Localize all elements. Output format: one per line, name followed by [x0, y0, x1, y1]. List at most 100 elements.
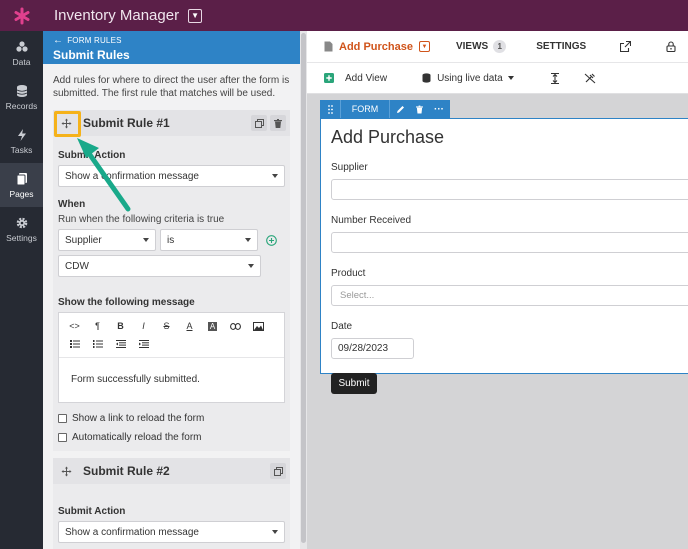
highlight-color-icon[interactable]: A — [201, 317, 224, 335]
when-label: When — [58, 199, 86, 210]
tab-views[interactable]: VIEWS 1 — [456, 40, 507, 53]
panel-scrollbar[interactable] — [300, 31, 307, 549]
bold-icon[interactable]: B — [109, 317, 132, 335]
submit-rule-card: Submit Rule #2 Submit Action Show a conf… — [53, 458, 290, 549]
submit-action-select[interactable]: Show a confirmation message — [58, 165, 285, 187]
app-switcher-chevron-down-icon[interactable]: ▼ — [188, 8, 203, 23]
copy-rule-button[interactable] — [270, 463, 286, 479]
tab-settings[interactable]: SETTINGS — [536, 41, 586, 52]
nav-item-tasks[interactable]: Tasks — [0, 119, 43, 163]
nav-item-settings[interactable]: Settings — [0, 207, 43, 251]
message-label: Show the following message — [58, 297, 195, 308]
criteria-description: Run when the following criteria is true — [58, 214, 225, 225]
live-data-dropdown[interactable]: Using live data — [437, 73, 514, 84]
app-logo[interactable] — [0, 0, 43, 31]
pages-icon — [16, 172, 27, 185]
italic-icon[interactable]: I — [132, 317, 155, 335]
page-menu-chevron-down-icon[interactable]: ▼ — [418, 41, 430, 52]
criteria-value-select[interactable]: CDW — [58, 255, 261, 277]
date-label: Date — [331, 321, 353, 332]
data-icon — [15, 40, 28, 52]
caret-down-icon — [272, 174, 278, 178]
supplier-input[interactable] — [331, 179, 688, 200]
eye-dropper-slash-icon[interactable] — [584, 73, 596, 84]
criteria-field-select[interactable]: Supplier — [58, 229, 156, 251]
drag-grip-icon[interactable] — [320, 100, 340, 118]
checkbox[interactable] — [58, 414, 67, 423]
caret-down-icon — [272, 530, 278, 534]
left-nav: Data Records Tasks Pages Settings — [0, 31, 43, 549]
checkbox-label: Show a link to reload the form — [72, 413, 205, 424]
nav-item-label: Tasks — [10, 144, 33, 155]
submit-rules-panel: ← FORM RULES Submit Rules Add rules for … — [43, 31, 300, 549]
submit-action-select[interactable]: Show a confirmation message — [58, 521, 285, 543]
drag-handle-highlight-box — [54, 111, 81, 137]
criteria-operator-select[interactable]: is — [160, 229, 258, 251]
add-view-button[interactable]: Add View — [345, 73, 387, 84]
sub-toolbar: Add View Using live data — [307, 63, 688, 94]
product-label: Product — [331, 268, 366, 279]
copy-icon — [273, 466, 283, 476]
add-view-plus-icon[interactable] — [324, 73, 334, 83]
select-value: Show a confirmation message — [65, 526, 199, 538]
link-icon[interactable] — [224, 317, 247, 335]
edit-pencil-icon[interactable] — [390, 100, 410, 118]
date-input[interactable]: 09/28/2023 — [331, 338, 414, 359]
editor-content[interactable]: Form successfully submitted. — [59, 358, 284, 402]
nav-item-data[interactable]: Data — [0, 31, 43, 75]
font-color-icon[interactable]: A — [178, 317, 201, 335]
auto-reload-checkbox-row[interactable]: Automatically reload the form — [58, 432, 285, 443]
rule-header: Submit Rule #2 — [53, 458, 290, 484]
add-purchase-form: Add Purchase Supplier Number Received Pr… — [320, 118, 688, 394]
add-criteria-plus-circle-icon[interactable] — [266, 234, 277, 246]
show-reload-link-checkbox-row[interactable]: Show a link to reload the form — [58, 413, 285, 424]
indent-icon[interactable] — [132, 335, 155, 353]
drag-handle-move-icon[interactable] — [57, 462, 75, 480]
caret-down-icon — [143, 238, 149, 242]
copy-icon — [254, 118, 264, 128]
number-received-label: Number Received — [331, 215, 412, 226]
checkbox[interactable] — [58, 433, 67, 442]
outdent-icon[interactable] — [109, 335, 132, 353]
page-title: Add Purchase — [339, 40, 413, 53]
select-value: Show a confirmation message — [65, 170, 199, 182]
lock-icon[interactable] — [666, 41, 676, 52]
arrow-left-icon: ← — [53, 35, 64, 46]
asterisk-logo-icon — [14, 7, 29, 24]
delete-rule-button[interactable] — [270, 115, 286, 131]
numbered-list-icon[interactable] — [86, 335, 109, 353]
rule-title: Submit Rule #1 — [83, 116, 170, 130]
external-link-icon[interactable] — [620, 41, 632, 52]
strikethrough-icon[interactable]: S — [155, 317, 178, 335]
page-document-icon — [324, 41, 333, 52]
scrollbar-thumb[interactable] — [301, 33, 306, 543]
paragraph-icon[interactable]: ¶ — [86, 317, 109, 335]
back-to-form-rules-link[interactable]: ← FORM RULES — [53, 35, 290, 46]
trash-icon[interactable] — [410, 100, 428, 118]
caret-down-icon — [248, 264, 254, 268]
select-value: CDW — [65, 260, 89, 272]
number-received-input[interactable] — [331, 232, 688, 253]
nav-item-label: Settings — [6, 232, 37, 243]
message-rich-text-editor: <> ¶ B I S A A Form successfully submitt… — [58, 312, 285, 403]
nav-item-pages[interactable]: Pages — [0, 163, 43, 207]
code-view-icon[interactable]: <> — [63, 317, 86, 335]
text-height-icon[interactable] — [550, 72, 560, 84]
product-select[interactable]: Select... — [331, 285, 688, 306]
rule-title: Submit Rule #2 — [83, 464, 170, 478]
more-options-ellipsis-icon[interactable]: ··· — [428, 100, 450, 118]
nav-item-label: Data — [12, 56, 31, 67]
form-view-toolbar: FORM ··· — [320, 100, 450, 118]
copy-rule-button[interactable] — [251, 115, 267, 131]
bulleted-list-icon[interactable] — [63, 335, 86, 353]
image-icon[interactable] — [247, 317, 270, 335]
form-view-label: FORM — [340, 100, 390, 118]
page-title-tab[interactable]: Add Purchase ▼ — [324, 41, 430, 53]
editor-toolbar: <> ¶ B I S A A — [59, 313, 284, 358]
gear-icon — [16, 217, 27, 228]
nav-item-records[interactable]: Records — [0, 75, 43, 119]
submit-button[interactable]: Submit — [331, 373, 377, 394]
page-canvas: FORM ··· Add Purchase Supplier Number Re… — [307, 94, 688, 518]
back-label: FORM RULES — [67, 36, 122, 45]
top-bar: Inventory Manager ▼ — [0, 0, 688, 31]
